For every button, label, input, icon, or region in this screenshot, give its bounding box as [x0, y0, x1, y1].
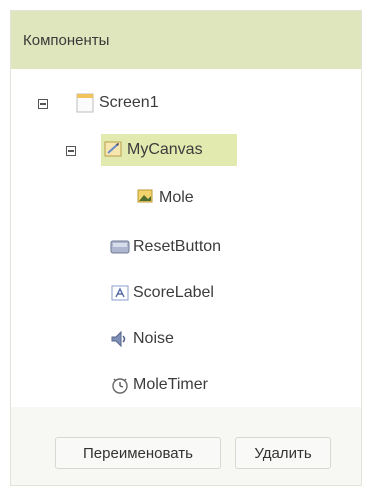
label-icon — [109, 282, 131, 304]
tree-node-mole[interactable]: Mole — [135, 182, 194, 214]
tree-node-label: MoleTimer — [133, 376, 208, 393]
panel-footer: Переименовать Удалить — [11, 407, 361, 485]
tree-node-scorelabel[interactable]: ScoreLabel — [109, 277, 214, 309]
rename-button[interactable]: Переименовать — [55, 437, 221, 469]
components-panel: Компоненты Screen1 MyCanvas Mole ResetBu… — [10, 10, 362, 486]
panel-header: Компоненты — [11, 11, 361, 70]
tree-node-label: MyCanvas — [127, 141, 203, 158]
image-sprite-icon — [135, 187, 157, 209]
canvas-icon — [103, 139, 125, 161]
tree-node-moletimer[interactable]: MoleTimer — [109, 369, 208, 401]
tree-node-label: ScoreLabel — [133, 284, 214, 301]
delete-button[interactable]: Удалить — [235, 437, 331, 469]
tree-node-noise[interactable]: Noise — [109, 323, 174, 355]
tree-node-label: Noise — [133, 330, 174, 347]
tree-node-label: Mole — [159, 189, 194, 206]
sound-icon — [109, 328, 131, 350]
screen-icon — [75, 92, 97, 114]
tree-node-resetbutton[interactable]: ResetButton — [109, 231, 221, 263]
collapse-toggle-mycanvas[interactable] — [66, 146, 76, 156]
component-tree: Screen1 MyCanvas Mole ResetButton ScoreL… — [11, 69, 361, 407]
tree-node-mycanvas[interactable]: MyCanvas — [101, 134, 237, 166]
tree-node-screen1[interactable]: Screen1 — [75, 87, 159, 119]
tree-node-label: ResetButton — [133, 238, 222, 255]
collapse-toggle-screen1[interactable] — [38, 99, 48, 109]
panel-title: Компоненты — [23, 32, 110, 49]
tree-node-label: Screen1 — [99, 94, 159, 111]
button-icon — [109, 236, 131, 258]
clock-icon — [109, 374, 131, 396]
